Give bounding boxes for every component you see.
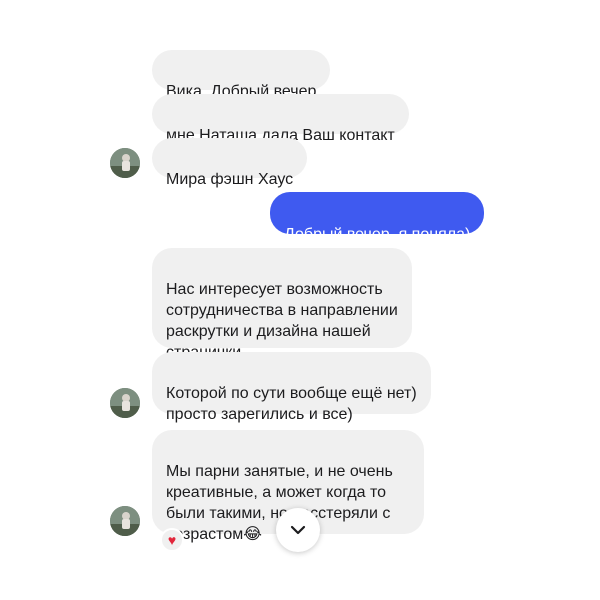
heart-reaction[interactable]: ♥ <box>160 528 184 552</box>
avatar-photo <box>110 148 140 178</box>
message-text: Добрый вечер, я поняла) <box>284 226 471 243</box>
outgoing-message[interactable]: Добрый вечер, я поняла) <box>270 192 485 243</box>
avatar-photo <box>110 506 140 536</box>
incoming-message[interactable]: Которой по сути вообще ещё нет) просто з… <box>152 352 431 423</box>
avatar[interactable] <box>110 506 140 536</box>
scroll-to-bottom-button[interactable] <box>276 508 320 552</box>
message-text: Нас интересует возможность сотрудничеств… <box>166 281 398 361</box>
tears-of-joy-emoji: 😂 <box>243 526 262 543</box>
avatar[interactable] <box>110 388 140 418</box>
incoming-message[interactable]: Вика, Добрый вечер <box>152 50 331 100</box>
incoming-message[interactable]: Мира фэшн Хаус <box>152 138 308 188</box>
avatar-photo <box>110 388 140 418</box>
message-text: Мира фэшн Хаус <box>166 171 294 188</box>
incoming-message[interactable]: мне Наташа дала Ваш контакт <box>152 94 409 144</box>
chevron-down-icon <box>290 525 306 535</box>
avatar[interactable] <box>110 148 140 178</box>
heart-icon: ♥ <box>167 532 177 548</box>
incoming-message[interactable]: Нас интересует возможность сотрудничеств… <box>152 248 412 361</box>
message-text: Которой по сути вообще ещё нет) просто з… <box>166 385 417 423</box>
